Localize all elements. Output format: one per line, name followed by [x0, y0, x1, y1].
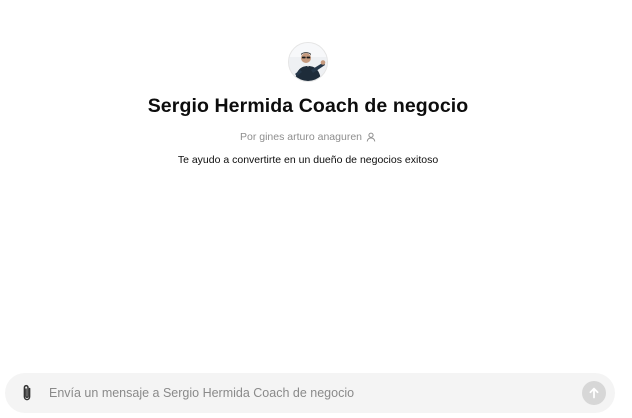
- gpt-title: Sergio Hermida Coach de negocio: [147, 95, 469, 117]
- arrow-up-icon: [589, 387, 599, 399]
- chat-page: Sergio Hermida Coach de negocio Por gine…: [0, 0, 632, 418]
- coach-portrait-avatar-icon: [289, 43, 327, 81]
- send-button[interactable]: [582, 381, 606, 405]
- paperclip-icon: [23, 384, 31, 401]
- gpt-author: Por gines arturo anaguren: [240, 131, 362, 143]
- gpt-description: Te ayudo a convertirte en un dueño de ne…: [177, 154, 439, 166]
- attach-file-button[interactable]: [19, 383, 35, 403]
- gpt-author-line: Por gines arturo anaguren: [240, 131, 376, 143]
- message-input[interactable]: [47, 385, 582, 401]
- message-composer: [5, 373, 615, 413]
- gpt-avatar: [288, 42, 328, 82]
- person-icon: [366, 132, 376, 142]
- gpt-profile-header: Sergio Hermida Coach de negocio Por gine…: [0, 42, 616, 166]
